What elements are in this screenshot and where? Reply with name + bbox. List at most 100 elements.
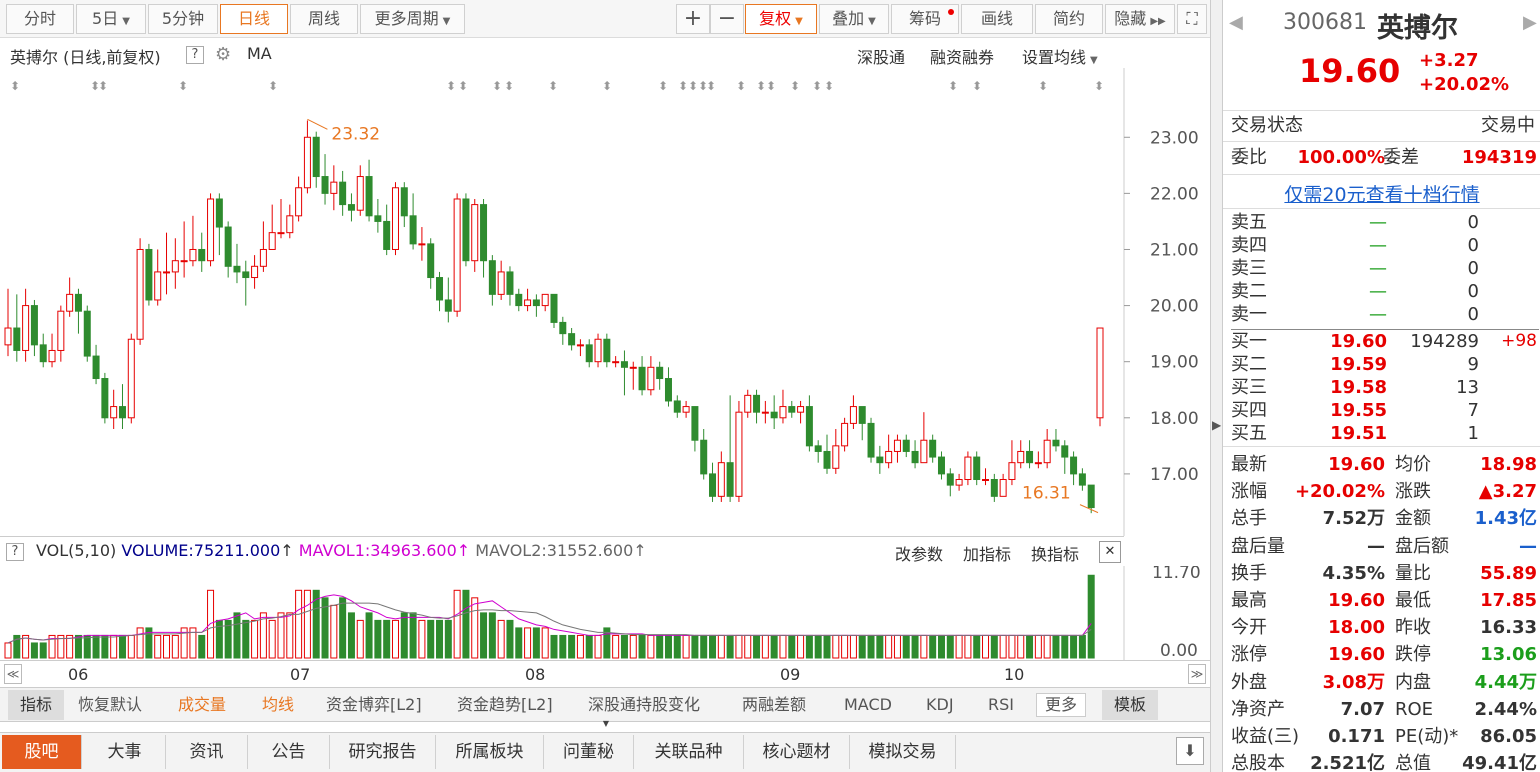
- collapse-arrow-icon[interactable]: ▶: [1212, 418, 1221, 432]
- stock-name: 英搏尔: [1377, 13, 1458, 44]
- candle-body: [101, 378, 109, 419]
- tab-margin-diff[interactable]: 两融差额: [742, 690, 806, 720]
- order-volume: 0: [1467, 281, 1479, 302]
- help-icon[interactable]: ?: [186, 46, 204, 64]
- draw-button[interactable]: 画线: [961, 4, 1033, 34]
- fullscreen-icon[interactable]: ⛶: [1177, 4, 1207, 34]
- candle-body: [4, 327, 12, 346]
- tab-daily[interactable]: 日线: [220, 4, 288, 34]
- event-marker-icon: ⬍: [972, 79, 982, 93]
- order-row-sell: 卖四 — 0: [1231, 234, 1539, 257]
- prev-stock-icon[interactable]: ◀: [1229, 12, 1243, 33]
- candle-body: [1026, 450, 1034, 464]
- candle-body: [462, 198, 470, 262]
- tab-more-period[interactable]: 更多周期 ▼: [360, 4, 465, 34]
- margin-trading-link[interactable]: 融资融券: [930, 44, 994, 68]
- candle-body: [224, 226, 232, 267]
- tab-sgt-holding[interactable]: 深股通持股变化: [588, 690, 700, 720]
- tab-5day[interactable]: 5日 ▼: [76, 4, 146, 34]
- tab-5min[interactable]: 5分钟: [148, 4, 218, 34]
- candle-body: [189, 248, 197, 262]
- candle-body: [982, 479, 990, 482]
- settings-gear-icon[interactable]: ⚙: [215, 44, 231, 65]
- tab-ma[interactable]: 均线: [262, 690, 294, 720]
- candle-body: [1017, 450, 1025, 464]
- volume-bar: [858, 634, 866, 659]
- tab-restore-default[interactable]: 恢复默认: [78, 690, 142, 720]
- tab-announcements[interactable]: 公告: [248, 735, 330, 769]
- change-params-button[interactable]: 改参数: [895, 541, 943, 565]
- candle-body: [1061, 445, 1069, 458]
- more-button[interactable]: 更多: [1036, 693, 1086, 717]
- overlay-dropdown[interactable]: 叠加 ▼: [819, 4, 889, 34]
- volume-bar: [154, 634, 162, 659]
- ten-level-link[interactable]: 仅需20元查看十档行情: [1223, 180, 1540, 207]
- simple-button[interactable]: 简约: [1035, 4, 1103, 34]
- candlestick-chart[interactable]: 23.0022.0021.0020.0019.0018.0017.00⬍ ⬍⬍ ⬍ ⬍…: [0, 68, 1210, 536]
- tab-sectors[interactable]: 所属板块: [436, 735, 544, 769]
- tab-rsi[interactable]: RSI: [988, 690, 1014, 720]
- candle-body: [797, 406, 805, 413]
- x-label: 10: [1004, 665, 1025, 684]
- tab-kdj[interactable]: KDJ: [926, 690, 954, 720]
- volume-bar: [849, 634, 857, 659]
- stat-label: 盘后量: [1231, 535, 1285, 557]
- sgt-link[interactable]: 深股通: [857, 44, 905, 68]
- help-icon[interactable]: ?: [6, 543, 24, 561]
- candle-body: [233, 265, 241, 273]
- candle-body: [1087, 484, 1095, 509]
- candle-body: [480, 204, 488, 262]
- order-label: 卖四: [1231, 235, 1267, 256]
- switch-indicator-button[interactable]: 换指标: [1031, 541, 1079, 565]
- next-stock-icon[interactable]: ▶: [1523, 12, 1537, 33]
- tab-weekly[interactable]: 周线: [290, 4, 358, 34]
- zoom-out-button[interactable]: −: [710, 4, 744, 34]
- tab-indicator[interactable]: 指标: [8, 690, 64, 720]
- tab-ask-secretary[interactable]: 问董秘: [544, 735, 634, 769]
- close-icon[interactable]: ✕: [1099, 541, 1121, 563]
- tab-macd[interactable]: MACD: [844, 690, 892, 720]
- fuquan-dropdown[interactable]: 复权 ▼: [745, 4, 817, 34]
- candle-body: [999, 479, 1007, 497]
- tab-themes[interactable]: 核心题材: [744, 735, 850, 769]
- tab-fenshi[interactable]: 分时: [6, 4, 74, 34]
- template-button[interactable]: 模板: [1102, 690, 1158, 720]
- vol-tick-label: 0.00: [1160, 641, 1198, 660]
- stat-row: 总股本 2.521亿 总值 49.41亿: [1231, 752, 1539, 772]
- tab-guba[interactable]: 股吧: [2, 735, 82, 769]
- candle-body: [127, 338, 135, 419]
- volume-bar: [356, 619, 364, 659]
- panel-splitter[interactable]: ▶: [1210, 0, 1222, 772]
- tab-sim-trade[interactable]: 模拟交易: [850, 735, 956, 769]
- volume-bar: [629, 634, 637, 659]
- volume-bar: [374, 619, 382, 659]
- volume-bar: [418, 619, 426, 659]
- tab-related[interactable]: 关联品种: [634, 735, 744, 769]
- candle-body: [849, 406, 857, 424]
- scroll-right-icon[interactable]: ≫: [1188, 664, 1206, 684]
- ma-label[interactable]: MA: [247, 44, 272, 63]
- collapse-handle-icon[interactable]: ▼: [586, 720, 626, 728]
- zoom-in-button[interactable]: +: [676, 4, 710, 34]
- stat-value: 4.44万: [1474, 671, 1537, 693]
- tab-volume[interactable]: 成交量: [178, 690, 226, 720]
- stat-label: 收益(三): [1231, 726, 1300, 747]
- volume-bar: [1061, 634, 1069, 659]
- scroll-left-icon[interactable]: ≪: [4, 664, 22, 684]
- weicha-label: 委差: [1383, 147, 1419, 168]
- quote-panel: ◀ ▶ 300681 英搏尔 19.60 +3.27 +20.02% 交易状态 …: [1222, 0, 1540, 772]
- event-marker-icon: ⬍: [756, 79, 766, 93]
- tab-research[interactable]: 研究报告: [330, 735, 436, 769]
- hide-button[interactable]: 隐藏 ▶▶: [1105, 4, 1175, 34]
- candle-body: [145, 248, 153, 301]
- chip-button[interactable]: 筹码: [891, 4, 959, 34]
- tab-events[interactable]: 大事: [84, 735, 166, 769]
- download-icon[interactable]: ⬇: [1176, 737, 1204, 765]
- add-indicator-button[interactable]: 加指标: [963, 541, 1011, 565]
- volume-bar: [515, 627, 523, 659]
- candle-body: [709, 473, 717, 497]
- tab-news[interactable]: 资讯: [166, 735, 248, 769]
- set-ma-dropdown[interactable]: 设置均线 ▼: [1022, 44, 1098, 68]
- tab-capital-trend[interactable]: 资金趋势[L2]: [457, 690, 553, 720]
- tab-capital-game[interactable]: 资金博弈[L2]: [326, 690, 422, 720]
